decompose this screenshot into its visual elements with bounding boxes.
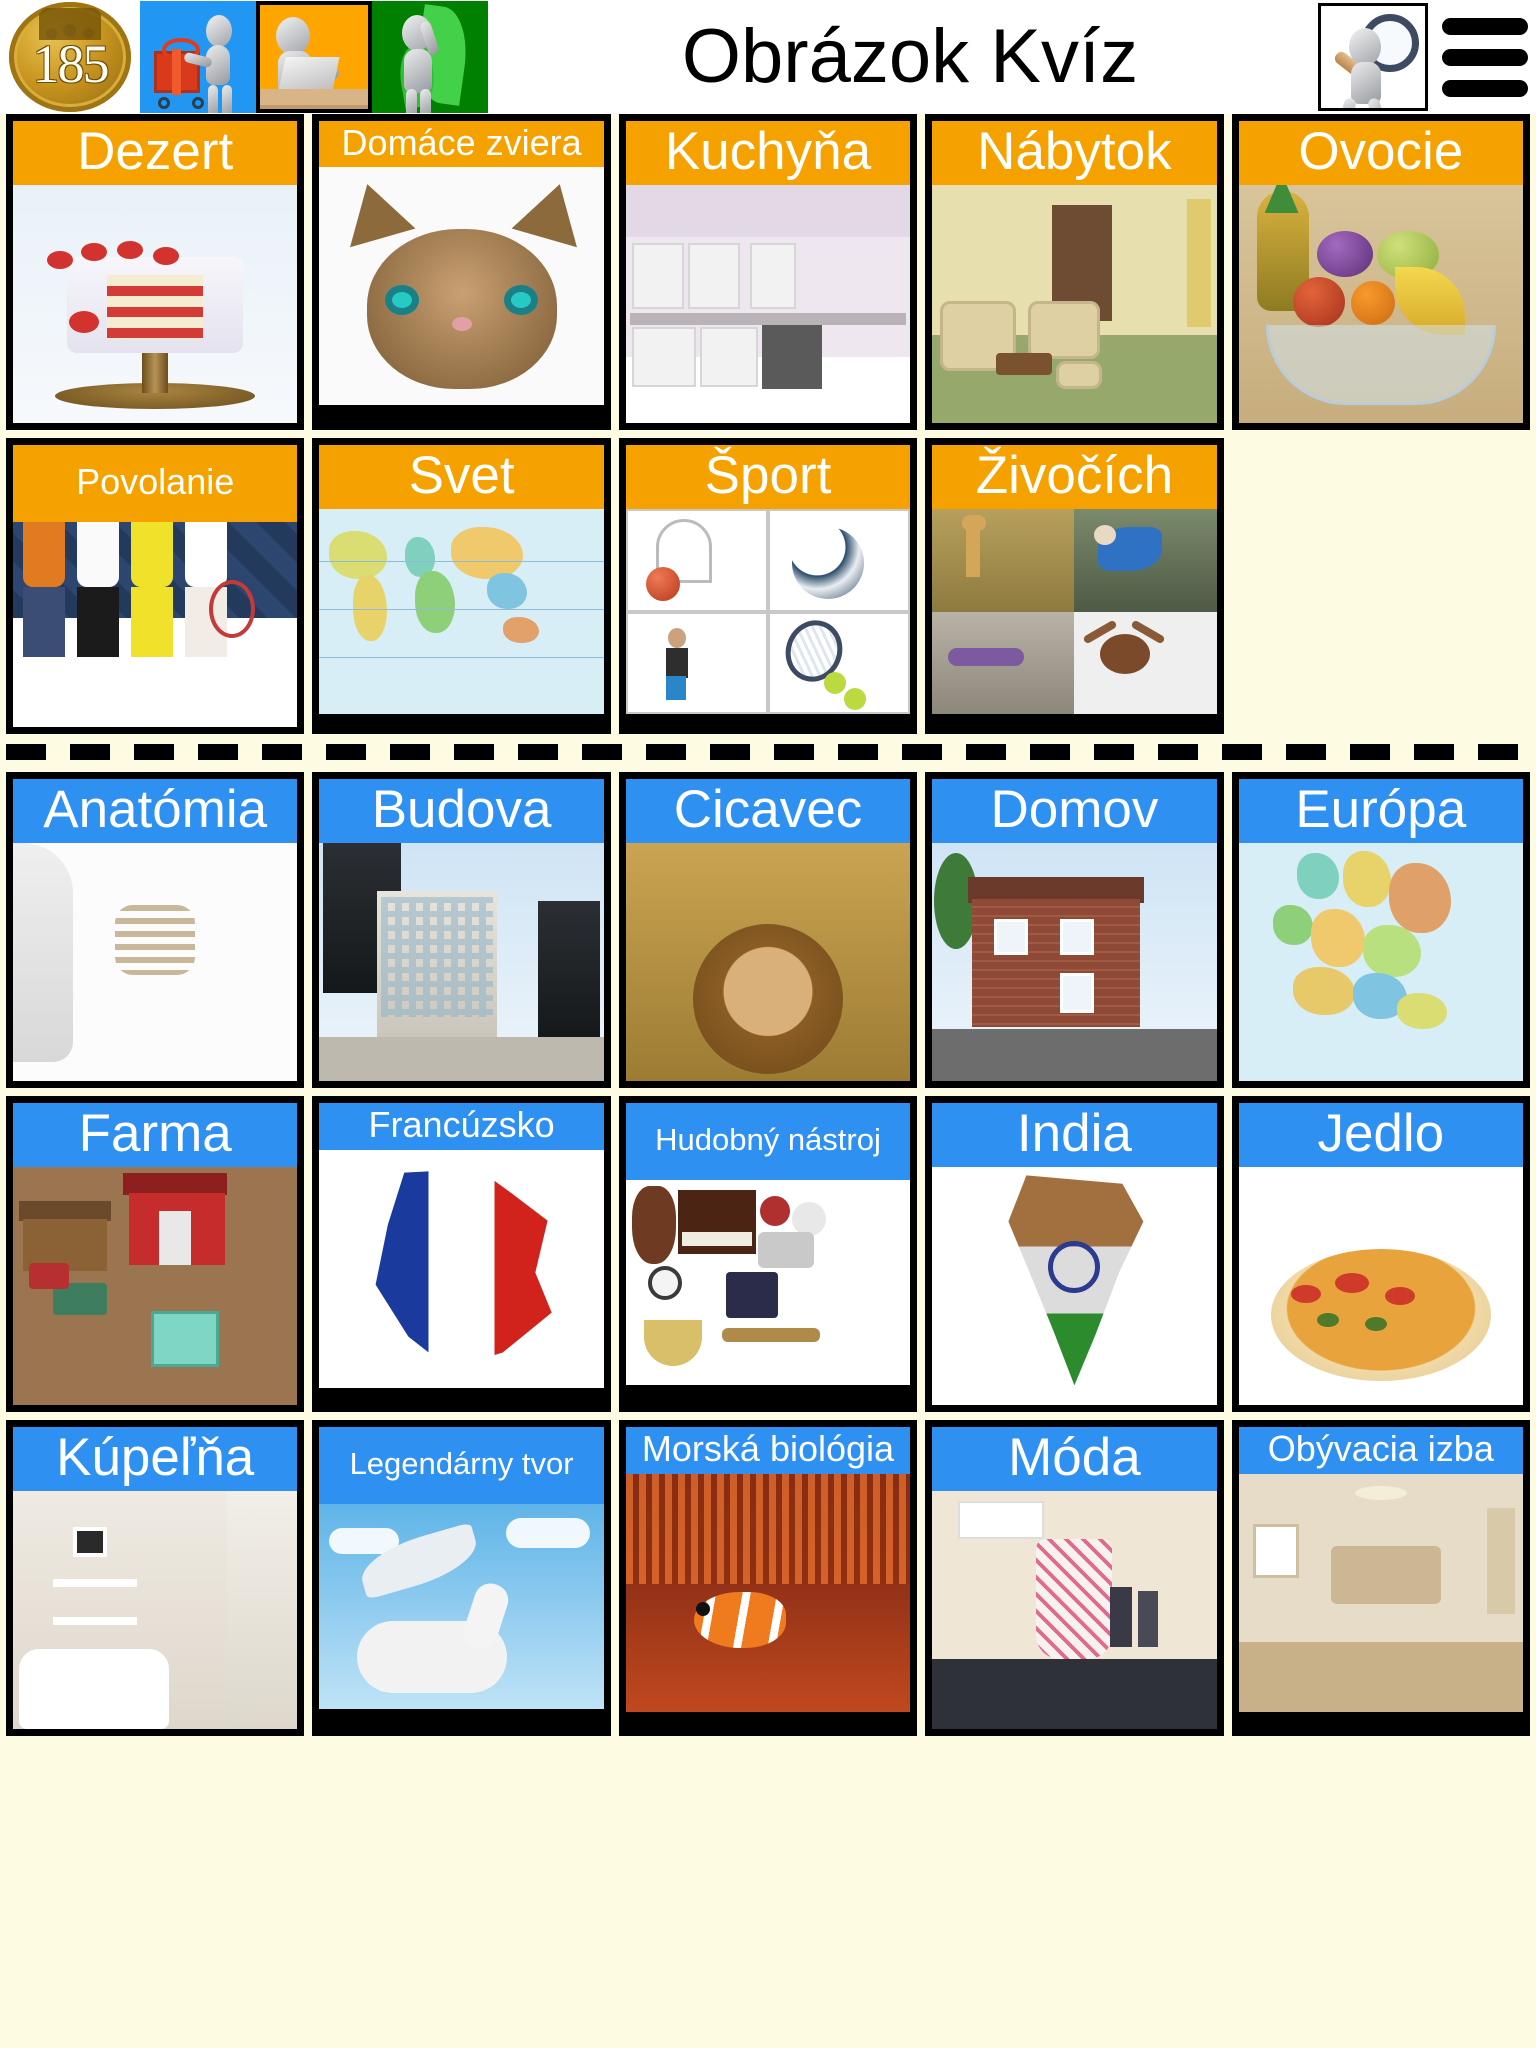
shopping-cart-figure-icon[interactable] — [140, 1, 256, 113]
category-label: Živočích — [932, 445, 1217, 510]
category-card-moda[interactable]: Móda — [925, 1420, 1224, 1737]
hamburger-menu-icon[interactable] — [1428, 1, 1536, 113]
category-label: Anatómia — [13, 779, 298, 844]
category-label: Šport — [625, 445, 911, 510]
category-label: Budova — [319, 779, 604, 844]
menu-bar-1 — [1442, 17, 1528, 35]
category-card-kupelna[interactable]: Kúpeľňa — [6, 1420, 305, 1737]
category-image-professions — [13, 522, 298, 728]
green-check-figure-icon[interactable] — [372, 1, 488, 113]
category-card-francuzsko[interactable]: Francúzsko — [312, 1096, 611, 1413]
category-label: Svet — [319, 445, 604, 510]
category-label: Európa — [1238, 779, 1523, 844]
category-image-instruments — [625, 1180, 911, 1386]
category-card-legendarny-tvor[interactable]: Legendárny tvor — [312, 1420, 611, 1737]
category-card-ovocie[interactable]: Ovocie — [1231, 114, 1530, 431]
category-card-india[interactable]: India — [925, 1096, 1224, 1413]
coin-badge-icon: 185 — [9, 2, 131, 112]
category-label: Kuchyňa — [625, 121, 911, 186]
category-label: Hudobný nástroj — [625, 1103, 911, 1181]
category-label: Obývacia izba — [1238, 1427, 1523, 1474]
category-label: Domáce zviera — [319, 121, 604, 168]
category-label: Dezert — [13, 121, 298, 186]
category-card-povolanie[interactable]: Povolanie — [6, 438, 305, 735]
category-image-lion — [625, 843, 911, 1082]
blue-category-grid: Anatómia Budova Cicavec Domov Európa Far… — [6, 772, 1530, 1737]
category-card-farma[interactable]: Farma — [6, 1096, 305, 1413]
category-card-morska-biologia[interactable]: Morská biológia — [618, 1420, 918, 1737]
category-card-kuchyna[interactable]: Kuchyňa — [618, 114, 918, 431]
category-image-house — [932, 843, 1217, 1082]
category-card-obyvacia-izba[interactable]: Obývacia izba — [1231, 1420, 1530, 1737]
laptop-figure-icon[interactable] — [256, 1, 372, 113]
category-card-anatomia[interactable]: Anatómia — [6, 772, 305, 1089]
menu-bar-3 — [1442, 79, 1528, 97]
magnifier-figure-icon[interactable] — [1318, 3, 1428, 111]
unlocked-categories-section: Dezert Domáce zviera Kuchyňa Nábytok Ovo… — [0, 114, 1536, 735]
category-card-hudobny-nastroj[interactable]: Hudobný nástroj — [618, 1096, 918, 1413]
category-label: Kúpeľňa — [13, 1427, 298, 1492]
category-image-bathroom — [13, 1491, 298, 1730]
score-badge: 185 — [0, 1, 140, 113]
category-label: Francúzsko — [319, 1103, 604, 1150]
category-image-sports — [625, 509, 911, 715]
menu-bar-2 — [1442, 48, 1528, 66]
category-label: Móda — [932, 1427, 1217, 1492]
category-label: India — [932, 1103, 1217, 1168]
category-image-pizza — [1238, 1167, 1523, 1406]
category-image-animals — [932, 509, 1217, 715]
category-card-domov[interactable]: Domov — [925, 772, 1224, 1089]
category-image-europe-map — [1238, 843, 1523, 1082]
category-image-farm — [13, 1167, 298, 1406]
category-card-jedlo[interactable]: Jedlo — [1231, 1096, 1530, 1413]
category-card-svet[interactable]: Svet — [312, 438, 611, 735]
category-image-marine — [625, 1473, 911, 1712]
category-label: Ovocie — [1238, 121, 1523, 186]
category-image-kitten — [319, 167, 604, 406]
category-card-cicavec[interactable]: Cicavec — [618, 772, 918, 1089]
category-card-zivocich[interactable]: Živočích — [925, 438, 1224, 735]
category-card-nabytok[interactable]: Nábytok — [925, 114, 1224, 431]
category-image-living-room — [1238, 1473, 1523, 1712]
orange-category-grid: Dezert Domáce zviera Kuchyňa Nábytok Ovo… — [6, 114, 1530, 735]
category-image-france — [319, 1149, 604, 1388]
category-label: Farma — [13, 1103, 298, 1168]
category-image-india — [932, 1167, 1217, 1406]
locked-categories-section: Anatómia Budova Cicavec Domov Európa Far… — [0, 772, 1536, 1737]
category-label: Cicavec — [625, 779, 911, 844]
category-label: Nábytok — [932, 121, 1217, 186]
category-card-sport[interactable]: Šport — [618, 438, 918, 735]
category-label: Legendárny tvor — [319, 1427, 604, 1505]
category-image-kitchen — [625, 185, 911, 424]
app-header: 185 Obrázok Kvíz — [0, 0, 1536, 114]
score-value: 185 — [32, 34, 110, 94]
category-image-buildings — [319, 843, 604, 1082]
category-card-dezert[interactable]: Dezert — [6, 114, 305, 431]
category-label: Morská biológia — [625, 1427, 911, 1474]
category-image-fruit — [1238, 185, 1523, 424]
category-card-domace-zviera[interactable]: Domáce zviera — [312, 114, 611, 431]
category-card-budova[interactable]: Budova — [312, 772, 611, 1089]
category-image-pegasus — [319, 1504, 604, 1710]
category-image-world-map — [319, 509, 604, 715]
category-image-furniture — [932, 185, 1217, 424]
category-label: Jedlo — [1238, 1103, 1523, 1168]
section-divider — [6, 744, 1530, 761]
category-image-fashion — [932, 1491, 1217, 1730]
category-label: Povolanie — [13, 445, 298, 523]
page-title: Obrázok Kvíz — [681, 14, 1139, 99]
category-image-dessert — [13, 185, 298, 424]
category-image-anatomy — [13, 843, 298, 1082]
category-label: Domov — [932, 779, 1217, 844]
category-card-europa[interactable]: Európa — [1231, 772, 1530, 1089]
